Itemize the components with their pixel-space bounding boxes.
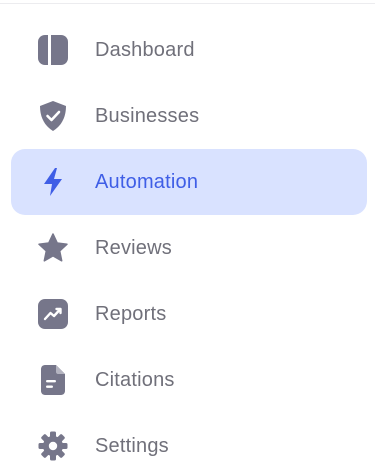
- top-divider: [0, 3, 375, 4]
- sidebar-item-label: Settings: [95, 435, 169, 457]
- sidebar-item-reports[interactable]: Reports: [11, 281, 367, 347]
- sidebar-item-label: Dashboard: [95, 39, 195, 61]
- sidebar-item-businesses[interactable]: Businesses: [11, 83, 367, 149]
- shield-check-icon: [37, 100, 69, 132]
- sidebar-item-settings[interactable]: Settings: [11, 413, 367, 471]
- sidebar-item-automation[interactable]: Automation: [11, 149, 367, 215]
- sidebar-item-label: Businesses: [95, 105, 200, 127]
- sidebar-item-label: Reports: [95, 303, 167, 325]
- sidebar-item-label: Reviews: [95, 237, 172, 259]
- sidebar-item-label: Automation: [95, 171, 199, 193]
- sidebar-item-citations[interactable]: Citations: [11, 347, 367, 413]
- gear-icon: [37, 430, 69, 462]
- dashboard-icon: [37, 34, 69, 66]
- sidebar-nav: Dashboard Businesses Automation Reviews …: [11, 17, 367, 471]
- star-icon: [37, 232, 69, 264]
- sidebar-item-reviews[interactable]: Reviews: [11, 215, 367, 281]
- sidebar-item-dashboard[interactable]: Dashboard: [11, 17, 367, 83]
- document-icon: [37, 364, 69, 396]
- sidebar-item-label: Citations: [95, 369, 175, 391]
- lightning-icon: [37, 166, 69, 198]
- sidebar-panel: Dashboard Businesses Automation Reviews …: [0, 0, 375, 471]
- chart-trend-icon: [37, 298, 69, 330]
